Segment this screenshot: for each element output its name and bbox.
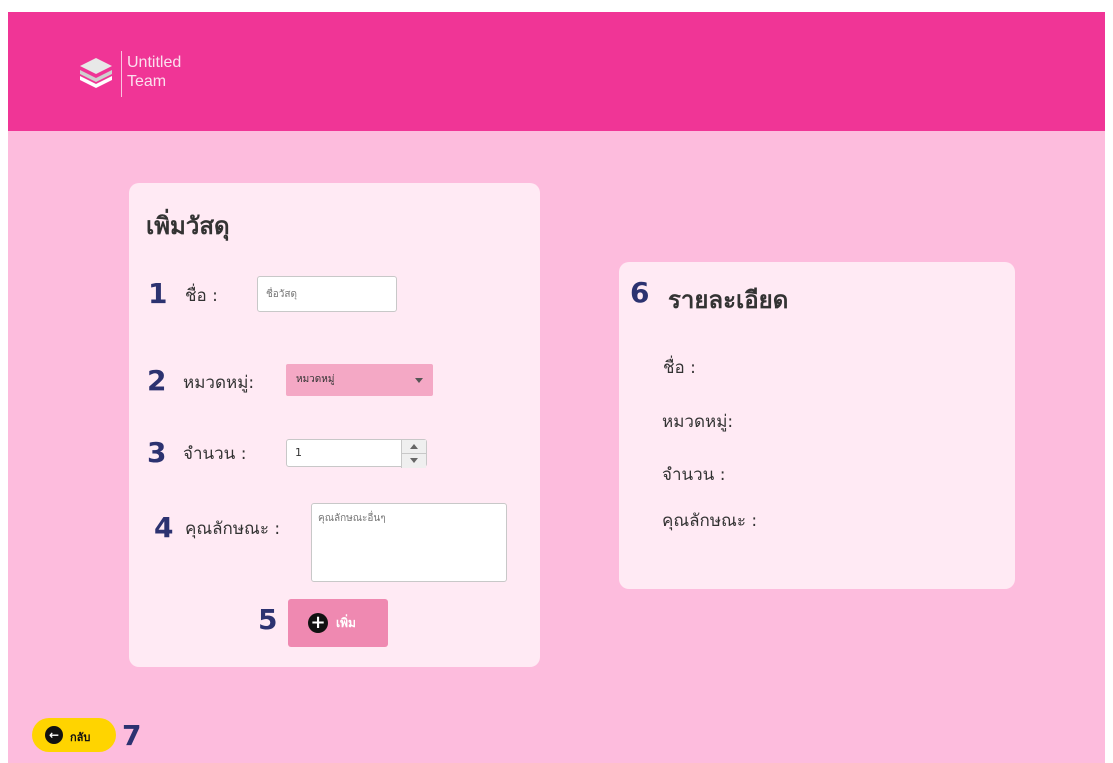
decrement-button[interactable] [402, 454, 426, 468]
header-bar: Untitled Team [8, 12, 1105, 131]
back-button-label: กลับ [70, 731, 91, 744]
back-button[interactable]: ← กลับ [32, 718, 116, 752]
add-button[interactable]: + เพิ่ม [288, 599, 388, 647]
step-number-2: 2 [147, 364, 167, 397]
arrow-left-circle-icon: ← [45, 726, 63, 744]
property-textarea[interactable] [311, 503, 507, 582]
plus-circle-icon: + [308, 613, 328, 633]
add-material-card [129, 183, 540, 667]
quantity-label: จำนวน : [183, 444, 247, 464]
detail-name-label: ชื่อ : [663, 358, 696, 378]
logo-divider [121, 51, 122, 97]
step-number-3: 3 [147, 436, 167, 469]
property-label: คุณลักษณะ : [185, 519, 281, 539]
brand-line-2: Team [127, 73, 167, 90]
brand-line-1: Untitled [127, 54, 182, 71]
form-title: เพิ่มวัสดุ [146, 212, 230, 240]
quantity-value: 1 [295, 446, 302, 459]
name-label: ชื่อ : [185, 286, 218, 306]
name-input[interactable] [257, 276, 397, 312]
arrow-up-icon [410, 444, 418, 449]
detail-title: รายละเอียด [668, 286, 789, 314]
category-select[interactable]: หมวดหมู่ [286, 364, 433, 396]
detail-property-label: คุณลักษณะ : [662, 511, 758, 531]
add-button-label: เพิ่ม [336, 616, 356, 630]
stacked-layers-logo-icon[interactable] [76, 52, 116, 92]
brand-name[interactable]: Untitled Team [127, 53, 181, 91]
increment-button[interactable] [402, 440, 426, 454]
category-label: หมวดหมู่: [183, 373, 255, 393]
step-number-1: 1 [148, 277, 168, 310]
stepper-buttons [401, 440, 426, 468]
step-number-6: 6 [630, 276, 650, 309]
quantity-stepper[interactable]: 1 [286, 439, 427, 468]
chevron-down-icon [415, 378, 423, 383]
step-number-7: 7 [122, 719, 142, 752]
detail-quantity-label: จำนวน : [662, 465, 726, 485]
detail-category-label: หมวดหมู่: [662, 412, 734, 432]
step-number-5: 5 [258, 603, 278, 636]
page-background: Untitled Team เพิ่มวัสดุ 1 ชื่อ : 2 หมวด… [8, 12, 1105, 763]
category-selected-value: หมวดหมู่ [296, 374, 335, 385]
arrow-down-icon [410, 458, 418, 463]
step-number-4: 4 [154, 511, 174, 544]
